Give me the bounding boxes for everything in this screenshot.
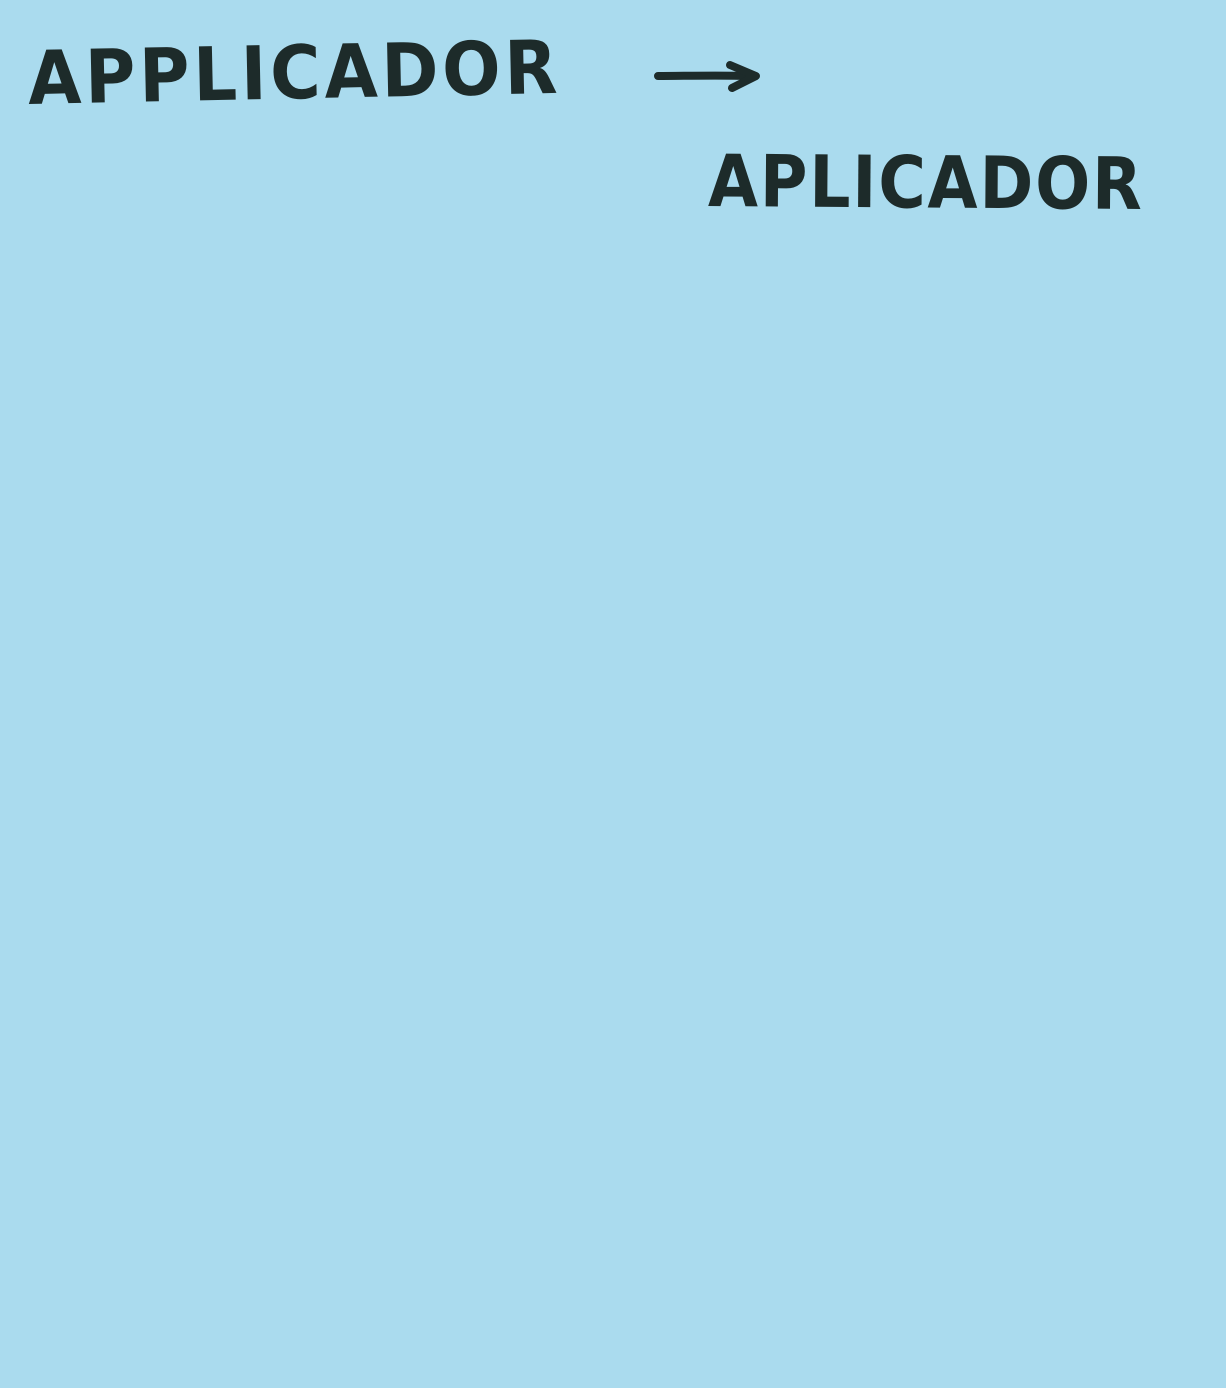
corrected-word: APLICADOR bbox=[707, 139, 1145, 227]
sticky-note: APPLICADOR APLICADOR bbox=[0, 0, 1226, 1388]
original-word: APPLICADOR bbox=[27, 24, 562, 122]
right-arrow-icon bbox=[654, 61, 760, 92]
